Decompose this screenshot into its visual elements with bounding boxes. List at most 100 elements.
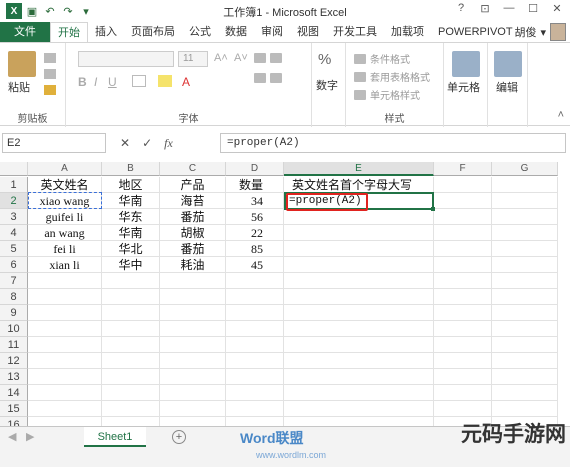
font-name-select[interactable] bbox=[78, 51, 174, 67]
cell-f12[interactable] bbox=[434, 353, 492, 369]
cells-icon[interactable] bbox=[452, 51, 480, 77]
cell-e1[interactable]: 英文姓名首个字母大写 bbox=[284, 177, 434, 193]
cell-g15[interactable] bbox=[492, 401, 558, 417]
cell-d3[interactable]: 56 bbox=[226, 209, 284, 225]
cell-b2[interactable]: 华南 bbox=[102, 193, 160, 209]
bold-icon[interactable]: B bbox=[78, 75, 87, 89]
cell-c7[interactable] bbox=[160, 273, 226, 289]
cell-styles-button[interactable]: 单元格样式 bbox=[354, 87, 420, 102]
column-header-a[interactable]: A bbox=[28, 162, 102, 176]
cell-b14[interactable] bbox=[102, 385, 160, 401]
cell-b4[interactable]: 华南 bbox=[102, 225, 160, 241]
conditional-formatting-button[interactable]: 条件格式 bbox=[354, 51, 410, 66]
cell-f10[interactable] bbox=[434, 321, 492, 337]
cell-b5[interactable]: 华北 bbox=[102, 241, 160, 257]
cell-g5[interactable] bbox=[492, 241, 558, 257]
row-header-6[interactable]: 6 bbox=[0, 257, 28, 273]
cell-e6[interactable] bbox=[284, 257, 434, 273]
tab-view[interactable]: 视图 bbox=[290, 22, 326, 42]
paste-label[interactable]: 粘贴 bbox=[8, 79, 30, 95]
cell-d12[interactable] bbox=[226, 353, 284, 369]
row-header-7[interactable]: 7 bbox=[0, 273, 28, 289]
cell-f7[interactable] bbox=[434, 273, 492, 289]
font-size-select[interactable]: 11 bbox=[178, 51, 208, 67]
tab-addins[interactable]: 加载项 bbox=[384, 22, 431, 42]
cell-b9[interactable] bbox=[102, 305, 160, 321]
undo-icon[interactable]: ↶ bbox=[42, 3, 58, 19]
column-header-g[interactable]: G bbox=[492, 162, 558, 176]
percent-icon[interactable]: % bbox=[318, 51, 331, 68]
borders-icon[interactable] bbox=[132, 75, 146, 87]
formula-input[interactable]: =proper(A2) bbox=[220, 133, 566, 153]
column-header-c[interactable]: C bbox=[160, 162, 226, 176]
sheet-tab-sheet1[interactable]: Sheet1 bbox=[84, 427, 146, 447]
cell-f9[interactable] bbox=[434, 305, 492, 321]
italic-icon[interactable]: I bbox=[94, 75, 97, 89]
cell-e5[interactable] bbox=[284, 241, 434, 257]
cell-a9[interactable] bbox=[28, 305, 102, 321]
cell-e4[interactable] bbox=[284, 225, 434, 241]
column-header-b[interactable]: B bbox=[102, 162, 160, 176]
cell-d13[interactable] bbox=[226, 369, 284, 385]
cell-e14[interactable] bbox=[284, 385, 434, 401]
cell-c11[interactable] bbox=[160, 337, 226, 353]
cell-f3[interactable] bbox=[434, 209, 492, 225]
cell-e7[interactable] bbox=[284, 273, 434, 289]
align-left-icon[interactable] bbox=[254, 73, 282, 83]
row-header-12[interactable]: 12 bbox=[0, 353, 28, 369]
cell-d7[interactable] bbox=[226, 273, 284, 289]
close-icon[interactable]: ✕ bbox=[548, 2, 566, 15]
cell-a11[interactable] bbox=[28, 337, 102, 353]
cell-b6[interactable]: 华中 bbox=[102, 257, 160, 273]
editing-label[interactable]: 编辑 bbox=[496, 79, 518, 95]
tab-home[interactable]: 开始 bbox=[50, 22, 88, 42]
cell-e3[interactable] bbox=[284, 209, 434, 225]
cell-g10[interactable] bbox=[492, 321, 558, 337]
cell-a10[interactable] bbox=[28, 321, 102, 337]
grow-font-icon[interactable]: A˄ bbox=[214, 52, 228, 64]
copy-icon[interactable] bbox=[44, 69, 56, 79]
maximize-icon[interactable]: ☐ bbox=[524, 2, 542, 15]
cell-b10[interactable] bbox=[102, 321, 160, 337]
paste-icon[interactable] bbox=[8, 51, 36, 77]
cell-e9[interactable] bbox=[284, 305, 434, 321]
ribbon-display-icon[interactable]: ⊡ bbox=[476, 2, 494, 15]
prev-sheet-icon[interactable]: ◀ bbox=[8, 430, 16, 443]
row-header-15[interactable]: 15 bbox=[0, 401, 28, 417]
enter-icon[interactable]: ✓ bbox=[142, 136, 152, 151]
align-top-icon[interactable] bbox=[254, 53, 282, 63]
cell-a7[interactable] bbox=[28, 273, 102, 289]
cell-c8[interactable] bbox=[160, 289, 226, 305]
tab-file[interactable]: 文件 bbox=[0, 22, 50, 42]
cell-g13[interactable] bbox=[492, 369, 558, 385]
cell-c6[interactable]: 耗油 bbox=[160, 257, 226, 273]
cell-f13[interactable] bbox=[434, 369, 492, 385]
cell-a14[interactable] bbox=[28, 385, 102, 401]
cell-b13[interactable] bbox=[102, 369, 160, 385]
cell-g1[interactable] bbox=[492, 177, 558, 193]
cell-a6[interactable]: xian li bbox=[28, 257, 102, 273]
row-header-14[interactable]: 14 bbox=[0, 385, 28, 401]
cell-g9[interactable] bbox=[492, 305, 558, 321]
cancel-icon[interactable]: ✕ bbox=[120, 136, 130, 151]
tab-developer[interactable]: 开发工具 bbox=[326, 22, 384, 42]
save-icon[interactable]: ▣ bbox=[24, 3, 40, 19]
cell-a13[interactable] bbox=[28, 369, 102, 385]
cell-f8[interactable] bbox=[434, 289, 492, 305]
cell-f11[interactable] bbox=[434, 337, 492, 353]
row-header-11[interactable]: 11 bbox=[0, 337, 28, 353]
tab-page-layout[interactable]: 页面布局 bbox=[124, 22, 182, 42]
cell-g14[interactable] bbox=[492, 385, 558, 401]
cell-d5[interactable]: 85 bbox=[226, 241, 284, 257]
underline-icon[interactable]: U bbox=[108, 75, 117, 89]
cell-c4[interactable]: 胡椒 bbox=[160, 225, 226, 241]
help-icon[interactable]: ? bbox=[452, 2, 470, 15]
cell-e10[interactable] bbox=[284, 321, 434, 337]
column-header-f[interactable]: F bbox=[434, 162, 492, 176]
cell-c12[interactable] bbox=[160, 353, 226, 369]
cell-b12[interactable] bbox=[102, 353, 160, 369]
row-header-9[interactable]: 9 bbox=[0, 305, 28, 321]
name-box[interactable]: E2 bbox=[2, 133, 106, 153]
collapse-ribbon-icon[interactable]: ˄ bbox=[558, 109, 564, 121]
cell-g8[interactable] bbox=[492, 289, 558, 305]
